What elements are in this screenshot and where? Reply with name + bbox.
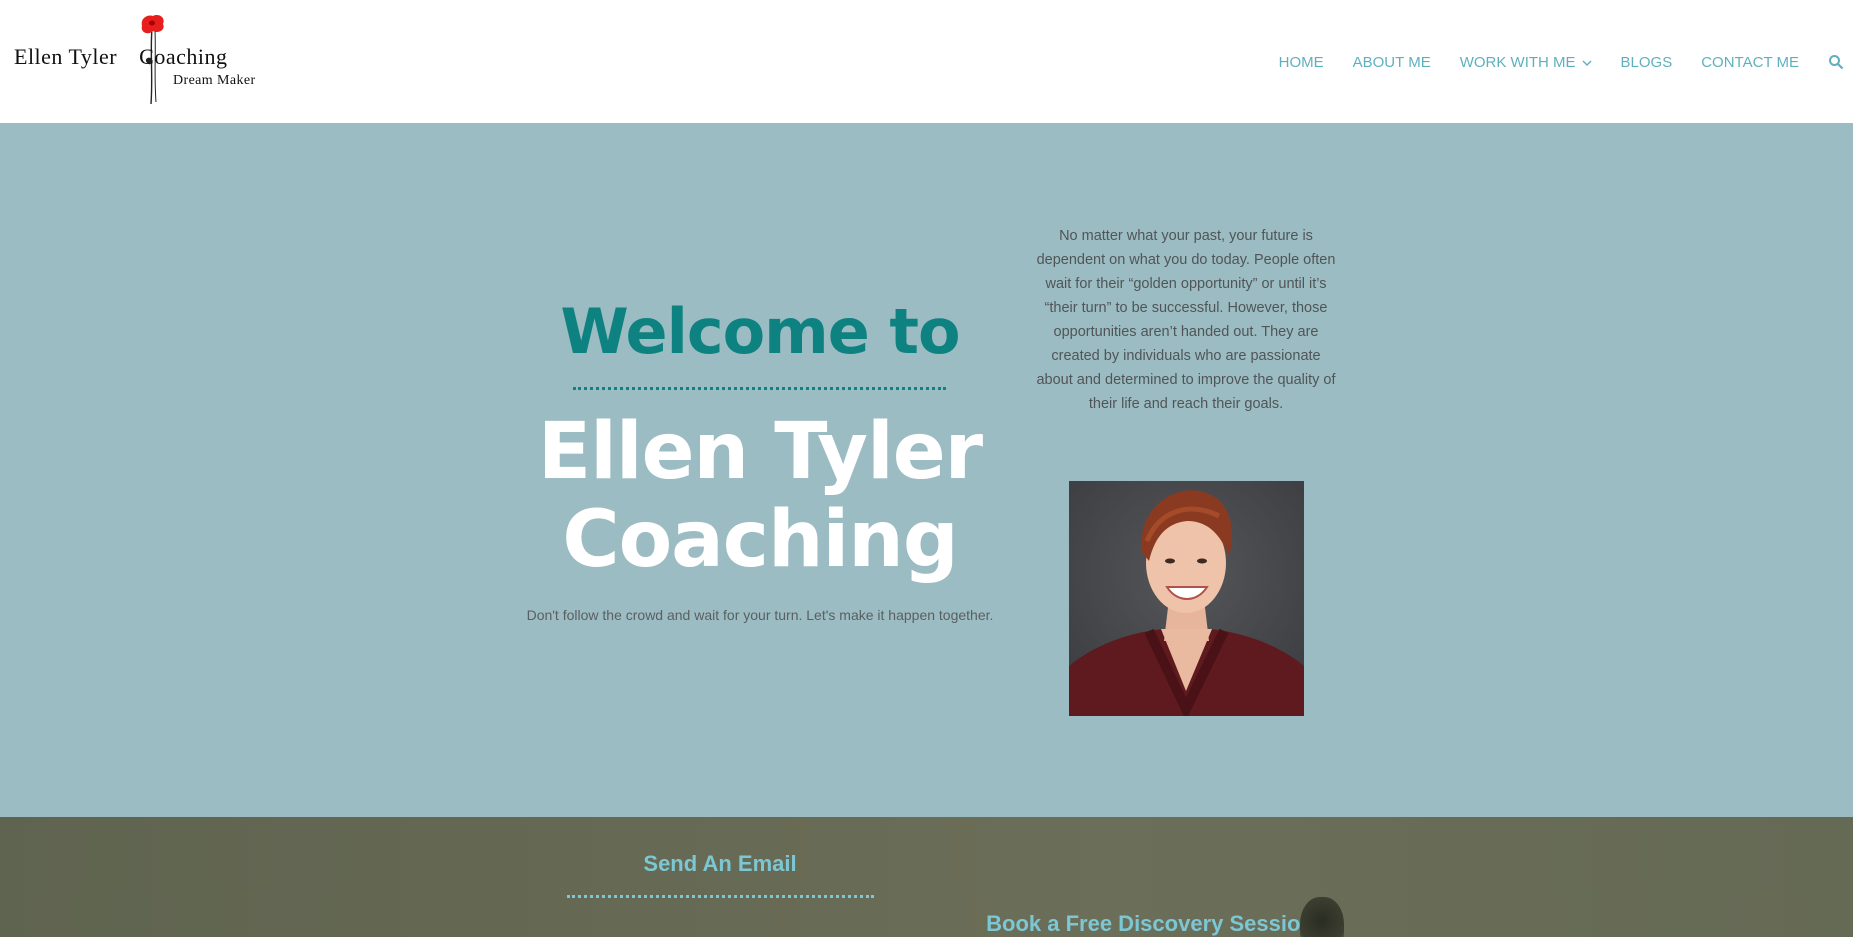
hero-title-line2: Coaching (562, 495, 958, 585)
search-icon[interactable] (1828, 54, 1844, 70)
hero-title: Ellen Tyler Coaching (500, 408, 1020, 584)
book-session-heading[interactable]: Book a Free Discovery Session (985, 911, 1315, 937)
nav-about-me[interactable]: ABOUT ME (1353, 54, 1431, 71)
nav-work-with-me[interactable]: WORK WITH ME (1460, 54, 1592, 71)
hero-tagline: Don't follow the crowd and wait for your… (526, 607, 994, 623)
site-header: Ellen Tyler Coaching Dream Maker HOME ABO… (0, 0, 1853, 123)
welcome-divider (573, 387, 946, 390)
hero-section: Welcome to Ellen Tyler Coaching Don't fo… (0, 123, 1853, 817)
nav-home[interactable]: HOME (1279, 54, 1324, 71)
contact-band: Send An Email Book a Free Discovery Sess… (0, 817, 1853, 937)
nav-work-with-me-label: WORK WITH ME (1459, 53, 1576, 71)
send-email-heading[interactable]: Send An Email (560, 851, 880, 877)
send-email-divider (567, 895, 874, 898)
intro-quote: No matter what your past, your future is… (1036, 228, 1336, 412)
logo-wordmark: Ellen Tyler Coaching (14, 44, 227, 70)
main-nav: HOME ABOUT ME WORK WITH ME BLOGS CONTACT… (1279, 52, 1853, 72)
site-logo[interactable]: Ellen Tyler Coaching Dream Maker (14, 14, 294, 110)
background-photo-detail (1300, 897, 1344, 937)
logo-name-part2: Coaching (139, 44, 228, 69)
chevron-down-icon (1582, 54, 1592, 71)
portrait-photo (1069, 481, 1304, 716)
nav-blogs[interactable]: BLOGS (1621, 54, 1673, 71)
logo-tagline: Dream Maker (173, 73, 256, 88)
welcome-heading: Welcome to (560, 295, 960, 368)
nav-contact-me[interactable]: CONTACT ME (1701, 54, 1799, 71)
hero-title-line1: Ellen Tyler (537, 407, 983, 497)
logo-name-part1: Ellen Tyler (14, 44, 118, 69)
